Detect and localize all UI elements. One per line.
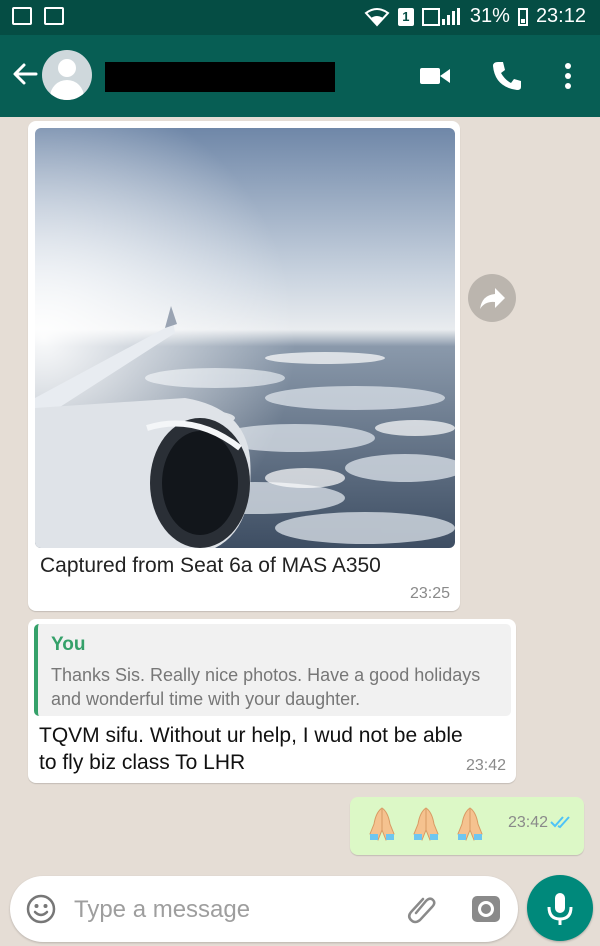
status-notifications [12, 7, 64, 25]
folded-hands-icon [413, 807, 439, 841]
signal-icon [421, 7, 460, 26]
phone-icon[interactable] [490, 59, 524, 93]
video-call-icon[interactable] [418, 59, 452, 93]
message-outgoing[interactable]: 23:42 [350, 797, 584, 855]
avatar-icon [58, 59, 76, 77]
chat-area[interactable]: Captured from Seat 6a of MAS A350 23:25 … [0, 117, 600, 872]
status-system: 1 31% 23:12 [364, 5, 586, 28]
clock: 23:12 [535, 5, 586, 27]
wifi-icon [364, 7, 390, 26]
avatar[interactable] [42, 50, 92, 100]
more-vert-icon[interactable] [551, 59, 585, 93]
mic-button[interactable] [527, 875, 593, 941]
paperclip-icon[interactable] [406, 893, 438, 925]
message-time: 23:42 [507, 814, 548, 831]
folded-hands-icon [457, 807, 483, 841]
image-caption: Captured from Seat 6a of MAS A350 [40, 554, 381, 577]
forward-icon [480, 288, 505, 309]
forward-button[interactable] [468, 274, 516, 322]
sim-icon: 1 [397, 7, 414, 26]
mic-icon [547, 893, 573, 925]
checkbox-icon [44, 7, 64, 25]
message-composer [10, 876, 518, 942]
back-arrow-icon[interactable] [10, 59, 40, 89]
emoji-icon[interactable] [26, 894, 56, 924]
battery-percent: 31% [469, 5, 510, 27]
message-reply[interactable]: You Thanks Sis. Really nice photos. Have… [28, 619, 516, 783]
folded-hands-icon [369, 807, 395, 841]
message-time: 23:25 [409, 585, 450, 602]
status-bar: 1 31% 23:12 [0, 0, 600, 35]
contact-name[interactable]: [redacted] [105, 62, 335, 92]
battery-icon [517, 7, 528, 26]
quote-text: Thanks Sis. Really nice photos. Have a g… [51, 665, 481, 709]
photo[interactable] [35, 128, 455, 548]
image-icon [12, 7, 32, 25]
camera-icon[interactable] [470, 893, 502, 925]
chat-header: [redacted] [0, 35, 600, 117]
message-time: 23:42 [465, 757, 506, 774]
quoted-message[interactable]: You Thanks Sis. Really nice photos. Have… [34, 624, 511, 716]
emoji-row [368, 804, 484, 842]
message-input[interactable] [72, 888, 386, 932]
quote-author: You [51, 634, 86, 655]
photo-image [35, 128, 455, 548]
message-text: TQVM sifu. Without ur help, I wud not be… [39, 724, 463, 774]
message-image[interactable]: Captured from Seat 6a of MAS A350 23:25 [28, 121, 460, 611]
read-ticks-icon [550, 816, 570, 829]
